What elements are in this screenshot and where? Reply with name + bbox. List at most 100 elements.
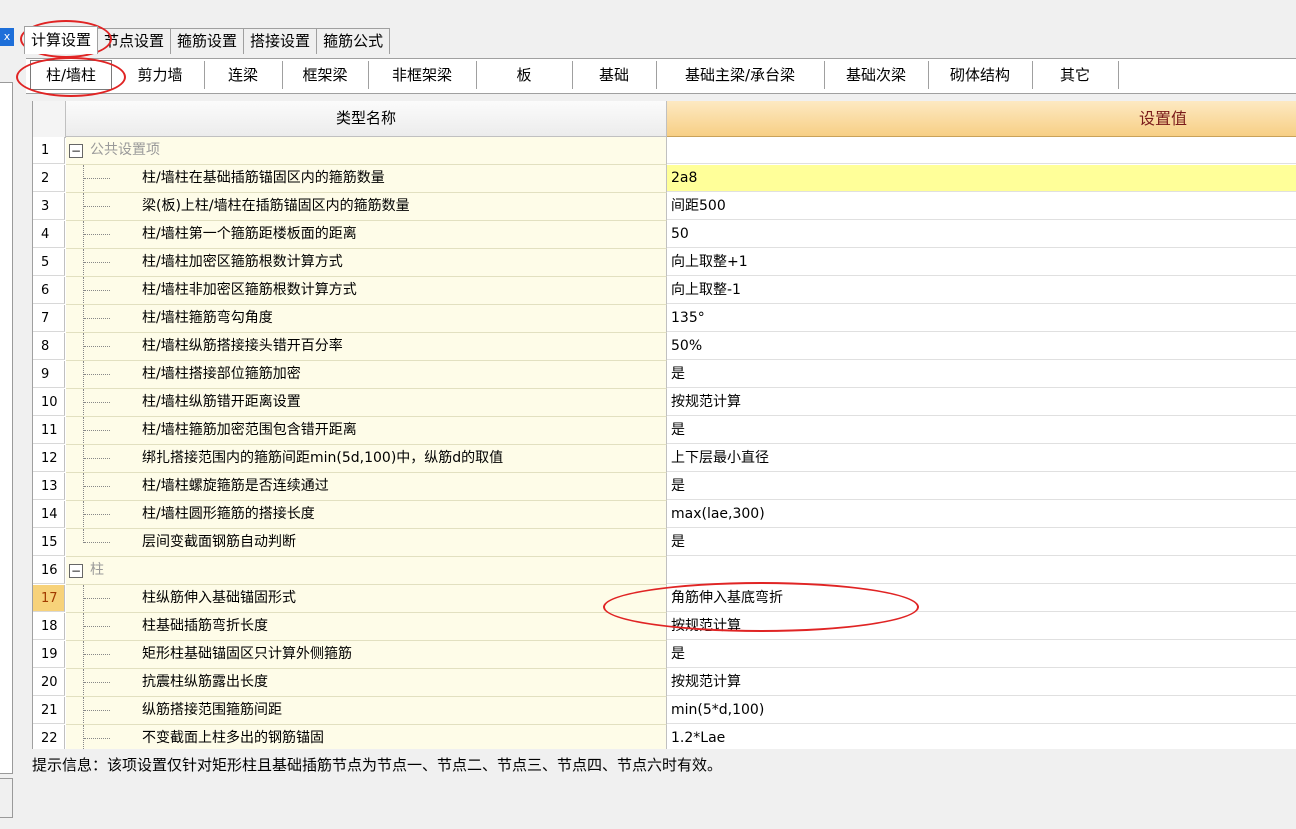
subtab-foundation-main-beam[interactable]: 基础主梁/承台梁 xyxy=(656,61,825,89)
row-number[interactable]: 3 xyxy=(33,193,65,220)
table-row[interactable]: 3 梁(板)上柱/墙柱在插筋锚固区内的箍筋数量 间距500 xyxy=(33,193,1296,221)
table-row[interactable]: 1− 公共设置项 xyxy=(33,137,1296,165)
row-number[interactable]: 13 xyxy=(33,473,65,500)
row-number[interactable]: 15 xyxy=(33,529,65,556)
table-row[interactable]: 4 柱/墙柱第一个箍筋距楼板面的距离 50 xyxy=(33,221,1296,249)
setting-value-cell[interactable]: 是 xyxy=(667,641,1296,668)
table-row[interactable]: 5 柱/墙柱加密区箍筋根数计算方式 向上取整+1 xyxy=(33,249,1296,277)
row-number[interactable]: 21 xyxy=(33,697,65,724)
subtab-slab[interactable]: 板 xyxy=(476,61,573,89)
collapse-icon[interactable]: − xyxy=(69,564,83,578)
setting-value-cell[interactable]: 上下层最小直径 xyxy=(667,445,1296,472)
row-number[interactable]: 10 xyxy=(33,389,65,416)
table-row[interactable]: 13 柱/墙柱螺旋箍筋是否连续通过 是 xyxy=(33,473,1296,501)
row-number[interactable]: 2 xyxy=(33,165,65,192)
setting-name-cell[interactable]: 柱/墙柱螺旋箍筋是否连续通过 xyxy=(66,473,667,501)
column-header-type-name[interactable]: 类型名称 xyxy=(66,101,667,137)
row-number[interactable]: 6 xyxy=(33,277,65,304)
setting-value-cell[interactable]: min(5*d,100) xyxy=(667,697,1296,724)
tab-calc-settings[interactable]: 计算设置 xyxy=(24,26,99,54)
subtab-coupling-beam[interactable]: 连梁 xyxy=(204,61,283,89)
table-row[interactable]: 18 柱基础插筋弯折长度 按规范计算 xyxy=(33,613,1296,641)
row-number[interactable]: 8 xyxy=(33,333,65,360)
setting-value-cell[interactable]: max(lae,300) xyxy=(667,501,1296,528)
row-number[interactable]: 19 xyxy=(33,641,65,668)
setting-name-cell[interactable]: 柱/墙柱纵筋错开距离设置 xyxy=(66,389,667,417)
table-row[interactable]: 6 柱/墙柱非加密区箍筋根数计算方式 向上取整-1 xyxy=(33,277,1296,305)
setting-name-cell[interactable]: 柱/墙柱箍筋弯勾角度 xyxy=(66,305,667,333)
setting-name-cell[interactable]: 柱/墙柱纵筋搭接接头错开百分率 xyxy=(66,333,667,361)
row-number[interactable]: 4 xyxy=(33,221,65,248)
table-row[interactable]: 8 柱/墙柱纵筋搭接接头错开百分率 50% xyxy=(33,333,1296,361)
setting-value-cell[interactable]: 向上取整+1 xyxy=(667,249,1296,276)
table-row[interactable]: 2 柱/墙柱在基础插筋锚固区内的箍筋数量 2a8 xyxy=(33,165,1296,193)
setting-name-cell[interactable]: 柱/墙柱非加密区箍筋根数计算方式 xyxy=(66,277,667,305)
setting-value-cell[interactable]: 按规范计算 xyxy=(667,389,1296,416)
setting-name-cell[interactable]: 柱/墙柱在基础插筋锚固区内的箍筋数量 xyxy=(66,165,667,193)
subtab-column-wallcolumn[interactable]: 柱/墙柱 xyxy=(30,60,112,90)
row-number[interactable]: 7 xyxy=(33,305,65,332)
setting-name-cell[interactable]: 矩形柱基础锚固区只计算外侧箍筋 xyxy=(66,641,667,669)
collapse-icon[interactable]: − xyxy=(69,144,83,158)
setting-value-cell[interactable]: 135° xyxy=(667,305,1296,332)
row-number[interactable]: 5 xyxy=(33,249,65,276)
tab-node-settings[interactable]: 节点设置 xyxy=(97,28,172,54)
row-number[interactable]: 16 xyxy=(33,557,65,584)
table-row[interactable]: 20 抗震柱纵筋露出长度 按规范计算 xyxy=(33,669,1296,697)
table-row[interactable]: 21 纵筋搭接范围箍筋间距 min(5*d,100) xyxy=(33,697,1296,725)
setting-name-cell[interactable]: 柱基础插筋弯折长度 xyxy=(66,613,667,641)
setting-value-cell[interactable]: 角筋伸入基底弯折 xyxy=(667,585,1296,612)
setting-name-cell[interactable]: 柱/墙柱圆形箍筋的搭接长度 xyxy=(66,501,667,529)
setting-name-cell[interactable]: 绑扎搭接范围内的箍筋间距min(5d,100)中，纵筋d的取值 xyxy=(66,445,667,473)
row-number[interactable]: 17 xyxy=(33,585,65,612)
tab-stirrup-settings[interactable]: 箍筋设置 xyxy=(170,28,245,54)
setting-value-cell[interactable]: 是 xyxy=(667,417,1296,444)
subtab-nonframe-beam[interactable]: 非框架梁 xyxy=(368,61,477,89)
table-row[interactable]: 17 柱纵筋伸入基础锚固形式 角筋伸入基底弯折 xyxy=(33,585,1296,613)
tab-stirrup-formula[interactable]: 箍筋公式 xyxy=(316,28,391,54)
setting-name-cell[interactable]: 层间变截面钢筋自动判断 xyxy=(66,529,667,557)
left-panel-list[interactable] xyxy=(0,82,13,774)
subtab-other[interactable]: 其它 xyxy=(1032,61,1119,89)
setting-value-cell[interactable] xyxy=(667,557,1296,584)
subtab-foundation[interactable]: 基础 xyxy=(572,61,657,89)
row-number[interactable]: 11 xyxy=(33,417,65,444)
row-number[interactable]: 20 xyxy=(33,669,65,696)
setting-name-cell[interactable]: 抗震柱纵筋露出长度 xyxy=(66,669,667,697)
table-row[interactable]: 16− 柱 xyxy=(33,557,1296,585)
setting-name-cell[interactable]: 柱/墙柱搭接部位箍筋加密 xyxy=(66,361,667,389)
subtab-frame-beam[interactable]: 框架梁 xyxy=(282,61,369,89)
tab-lap-settings[interactable]: 搭接设置 xyxy=(243,28,318,54)
row-number[interactable]: 18 xyxy=(33,613,65,640)
row-number[interactable]: 14 xyxy=(33,501,65,528)
setting-value-cell[interactable]: 间距500 xyxy=(667,193,1296,220)
table-row[interactable]: 11 柱/墙柱箍筋加密范围包含错开距离 是 xyxy=(33,417,1296,445)
row-number[interactable]: 12 xyxy=(33,445,65,472)
row-number[interactable]: 1 xyxy=(33,137,65,164)
row-number[interactable]: 9 xyxy=(33,361,65,388)
setting-name-cell[interactable]: 不变截面上柱多出的钢筋锚固 xyxy=(66,725,667,749)
table-row[interactable]: 15 层间变截面钢筋自动判断 是 xyxy=(33,529,1296,557)
subtab-shear-wall[interactable]: 剪力墙 xyxy=(116,61,205,89)
setting-name-cell[interactable]: 柱/墙柱箍筋加密范围包含错开距离 xyxy=(66,417,667,445)
setting-name-cell[interactable]: 梁(板)上柱/墙柱在插筋锚固区内的箍筋数量 xyxy=(66,193,667,221)
table-row[interactable]: 19 矩形柱基础锚固区只计算外侧箍筋 是 xyxy=(33,641,1296,669)
setting-value-cell[interactable]: 是 xyxy=(667,361,1296,388)
subtab-masonry[interactable]: 砌体结构 xyxy=(928,61,1033,89)
column-header-value[interactable]: 设置值 xyxy=(667,101,1296,137)
setting-value-cell[interactable]: 2a8 xyxy=(667,165,1296,192)
setting-name-cell[interactable]: 柱/墙柱第一个箍筋距楼板面的距离 xyxy=(66,221,667,249)
setting-name-cell[interactable]: 纵筋搭接范围箍筋间距 xyxy=(66,697,667,725)
subtab-foundation-secondary-beam[interactable]: 基础次梁 xyxy=(824,61,929,89)
table-row[interactable]: 14 柱/墙柱圆形箍筋的搭接长度 max(lae,300) xyxy=(33,501,1296,529)
group-name-cell[interactable]: − 公共设置项 xyxy=(66,137,667,165)
close-icon[interactable]: x xyxy=(0,28,14,46)
table-row[interactable]: 9 柱/墙柱搭接部位箍筋加密 是 xyxy=(33,361,1296,389)
setting-value-cell[interactable]: 按规范计算 xyxy=(667,669,1296,696)
setting-value-cell[interactable]: 1.2*Lae xyxy=(667,725,1296,749)
setting-value-cell[interactable]: 向上取整-1 xyxy=(667,277,1296,304)
table-row[interactable]: 22 不变截面上柱多出的钢筋锚固 1.2*Lae xyxy=(33,725,1296,749)
group-name-cell[interactable]: − 柱 xyxy=(66,557,667,585)
row-number[interactable]: 22 xyxy=(33,725,65,749)
table-row[interactable]: 10 柱/墙柱纵筋错开距离设置 按规范计算 xyxy=(33,389,1296,417)
